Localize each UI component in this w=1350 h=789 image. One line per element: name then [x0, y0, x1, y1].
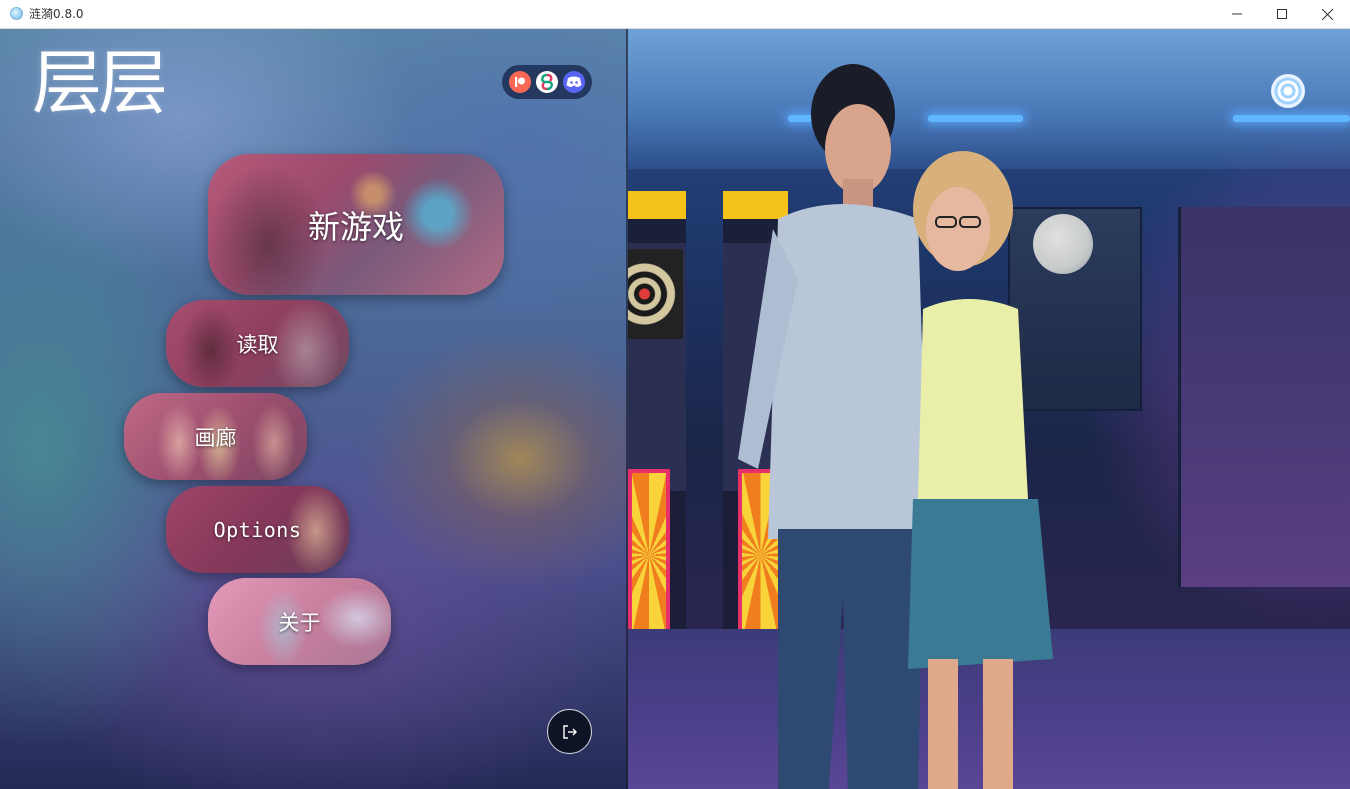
- about-button[interactable]: 关于: [208, 578, 391, 665]
- subscribestar-icon[interactable]: [535, 71, 558, 93]
- close-icon: [1321, 8, 1333, 20]
- patreon-glyph: [514, 77, 525, 87]
- woman-character: [908, 151, 1053, 789]
- minimize-icon: [1232, 13, 1242, 15]
- exit-icon: [562, 724, 577, 739]
- neon-light: [1233, 115, 1350, 122]
- patreon-icon[interactable]: [508, 71, 531, 93]
- new-game-button[interactable]: 新游戏: [208, 154, 504, 295]
- main-menu-artwork: [628, 29, 1350, 789]
- game-window: 涟漪0.8.0 层层 新游戏 读取 画廊 Options 关于: [0, 0, 1350, 789]
- dartboard: [628, 249, 683, 339]
- social-links: [502, 65, 592, 99]
- title-bar: 涟漪0.8.0: [0, 0, 1350, 29]
- close-button[interactable]: [1304, 0, 1350, 28]
- discord-glyph: [566, 76, 582, 87]
- window-title: 涟漪0.8.0: [29, 7, 84, 21]
- app-icon: [10, 7, 23, 20]
- new-game-label: 新游戏: [307, 207, 404, 246]
- exit-button[interactable]: [547, 709, 592, 754]
- gallery-label: 画廊: [194, 425, 237, 450]
- load-button[interactable]: 读取: [166, 300, 349, 387]
- subscribestar-glyph: [541, 73, 553, 91]
- maximize-icon: [1277, 9, 1287, 19]
- window-right: [1178, 207, 1350, 587]
- main-menu-panel: 层层 新游戏 读取 画廊 Options 关于: [0, 29, 628, 789]
- options-label: Options: [213, 517, 302, 542]
- ceiling-sensor: [1271, 74, 1305, 108]
- options-button[interactable]: Options: [166, 486, 349, 573]
- about-label: 关于: [278, 610, 321, 635]
- minimize-button[interactable]: [1214, 0, 1260, 28]
- gallery-button[interactable]: 画廊: [124, 393, 307, 480]
- arcade-front-panel: [628, 469, 670, 641]
- game-logo: 层层: [32, 42, 168, 124]
- discord-icon[interactable]: [563, 71, 586, 93]
- load-label: 读取: [236, 332, 279, 357]
- maximize-button[interactable]: [1259, 0, 1305, 28]
